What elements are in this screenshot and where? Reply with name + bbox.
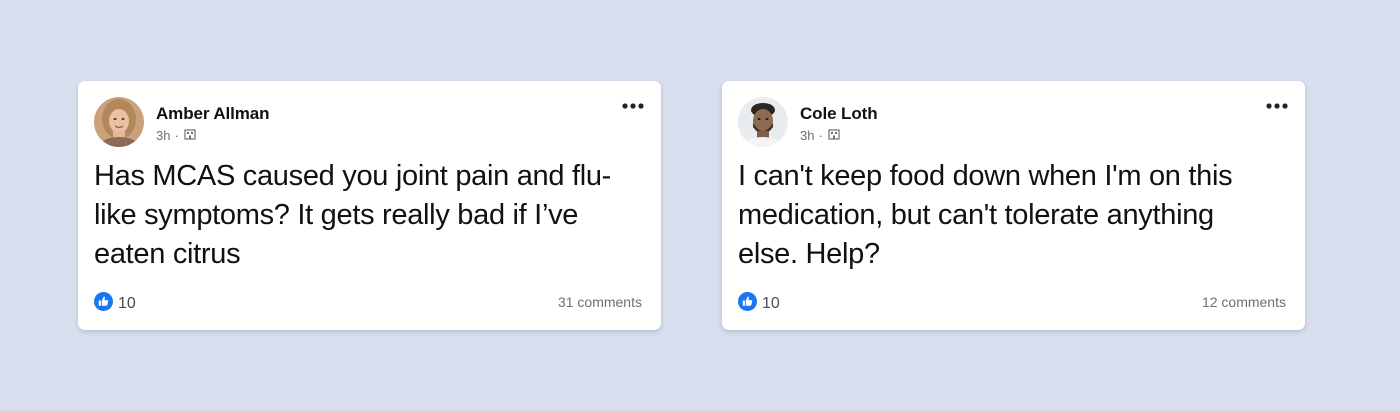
post-meta: 3h · — [800, 128, 840, 143]
post-card: Amber Allman 3h · Has MCAS caused you jo… — [78, 81, 661, 330]
post-text: Has MCAS caused you joint pain and flu-l… — [94, 160, 612, 270]
author-name[interactable]: Amber Allman — [156, 104, 270, 124]
post-time[interactable]: 3h — [800, 128, 814, 143]
avatar[interactable] — [738, 97, 788, 147]
reactions[interactable]: 10 — [94, 292, 136, 316]
meta-separator: · — [174, 128, 179, 143]
post-meta: 3h · — [156, 128, 196, 143]
reactions[interactable]: 10 — [738, 292, 780, 316]
post-text: I can't keep food down when I'm on this … — [738, 160, 1233, 270]
more-options-button[interactable] — [619, 95, 647, 117]
meta-separator: · — [818, 128, 823, 143]
like-count: 10 — [762, 295, 780, 312]
comments-count[interactable]: 31 comments — [558, 294, 642, 310]
more-icon — [1266, 103, 1288, 109]
like-count: 10 — [118, 295, 136, 312]
author-name[interactable]: Cole Loth — [800, 104, 878, 124]
group-building-icon — [828, 128, 840, 143]
group-building-icon — [184, 128, 196, 143]
more-icon — [622, 103, 644, 109]
like-icon — [738, 292, 757, 316]
like-icon — [94, 292, 113, 316]
comments-count[interactable]: 12 comments — [1202, 294, 1286, 310]
more-options-button[interactable] — [1263, 95, 1291, 117]
avatar[interactable] — [94, 97, 144, 147]
post-time[interactable]: 3h — [156, 128, 170, 143]
post-card: Cole Loth 3h · I can't keep food down wh… — [722, 81, 1305, 330]
